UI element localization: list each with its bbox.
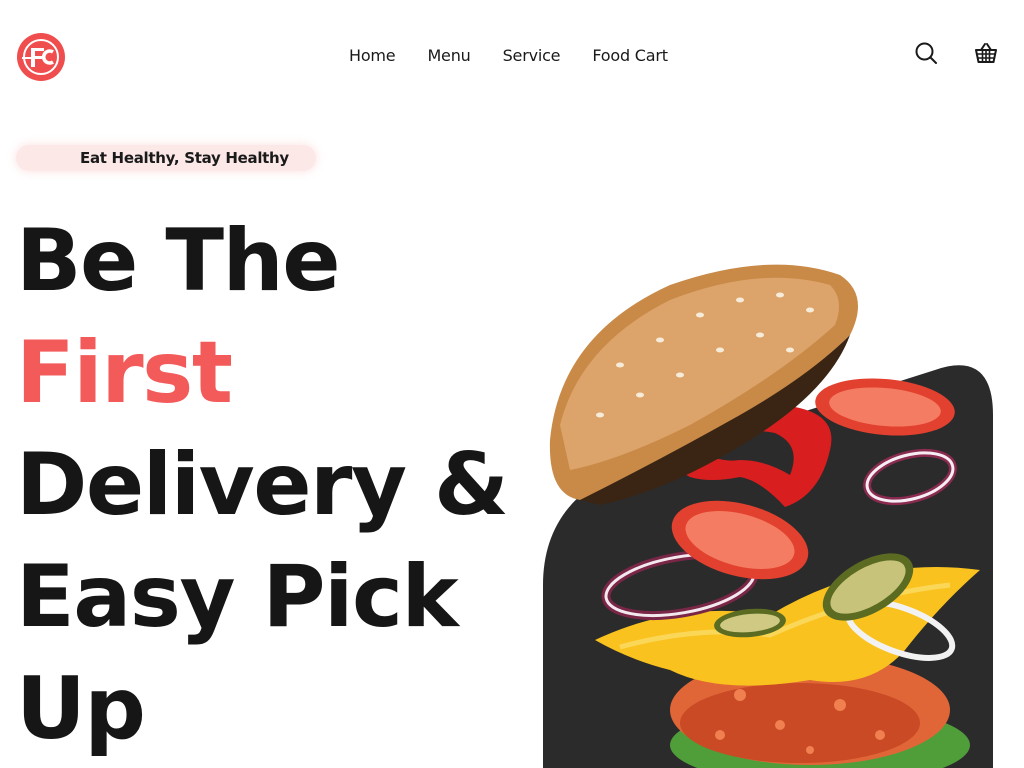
cart-button[interactable]: [974, 41, 998, 65]
main-nav: Home Menu Service Food Cart: [349, 46, 668, 66]
hero-burger-image: [540, 255, 1000, 768]
headline-line-3: Delivery &: [16, 435, 509, 535]
burger-illustration: [543, 264, 993, 768]
brand-logo[interactable]: [17, 33, 65, 81]
headline-line-1: Be The: [16, 211, 341, 311]
hero-headline: Be The First Delivery & Easy Pick Up: [16, 205, 509, 765]
headline-line-4: Easy Pick: [16, 547, 459, 647]
headline-line-5: Up: [16, 659, 146, 759]
logo-mark: [18, 34, 64, 80]
search-icon: [915, 42, 937, 64]
tagline-pill: Eat Healthy, Stay Healthy: [16, 145, 316, 171]
headline-accent-line: First: [16, 323, 233, 423]
basket-icon: [975, 43, 997, 63]
nav-home[interactable]: Home: [349, 46, 396, 66]
nav-food-cart[interactable]: Food Cart: [592, 46, 668, 66]
nav-menu[interactable]: Menu: [427, 46, 470, 66]
search-button[interactable]: [914, 41, 938, 65]
tagline-text: Eat Healthy, Stay Healthy: [80, 149, 289, 167]
nav-service[interactable]: Service: [503, 46, 561, 66]
